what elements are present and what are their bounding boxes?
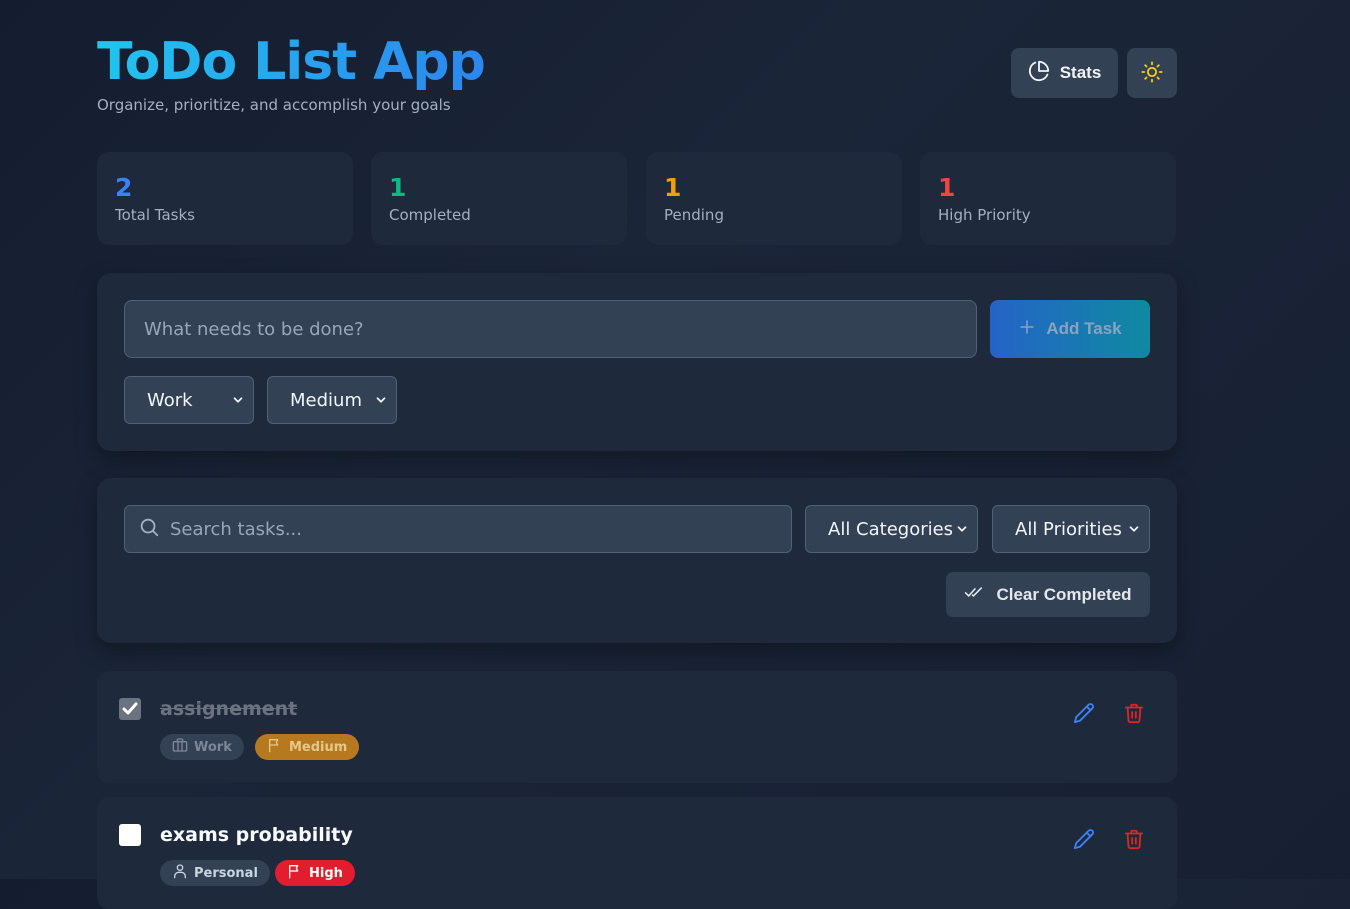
priority-filter-select[interactable]: All Priorities [992,505,1150,553]
chevron-down-icon [1127,520,1141,541]
delete-icon[interactable] [1122,701,1146,725]
task-checkbox[interactable] [119,824,141,846]
edit-icon[interactable] [1072,827,1096,851]
stat-total-value: 2 [115,173,133,202]
priority-tag-label: High [309,865,343,881]
page-subtitle: Organize, prioritize, and accomplish you… [97,96,451,114]
briefcase-icon [172,737,188,757]
search-input[interactable] [170,518,770,540]
priority-select-value: Medium [290,389,362,411]
category-tag: Work [160,734,244,760]
category-tag-label: Work [194,739,232,755]
task-title: exams probability [160,824,353,846]
priority-filter-value: All Priorities [1015,518,1122,540]
new-task-input[interactable] [124,300,977,358]
stats-button[interactable]: Stats [1011,48,1118,98]
category-select-value: Work [147,389,193,411]
search-box[interactable] [124,505,792,553]
flag-icon [267,737,283,757]
priority-select[interactable]: Medium [267,376,397,424]
stat-completed-value: 1 [389,173,407,202]
stat-completed-label: Completed [389,206,471,224]
clear-completed-label: Clear Completed [996,584,1132,604]
stats-button-label: Stats [1059,63,1102,82]
chevron-down-icon [231,391,245,412]
clear-completed-button[interactable]: Clear Completed [946,572,1150,617]
flag-icon [287,863,303,883]
theme-toggle-button[interactable] [1127,48,1177,98]
user-icon [172,863,188,883]
stat-total-label: Total Tasks [115,206,195,224]
stat-high-priority-label: High Priority [938,206,1031,224]
task-item: exams probability Personal High [97,797,1177,909]
priority-tag: High [275,860,355,886]
priority-tag: Medium [255,734,360,760]
plus-icon [1018,318,1036,341]
task-checkbox[interactable] [119,698,141,720]
chevron-down-icon [955,520,969,541]
stat-pending-value: 1 [664,173,682,202]
category-tag: Personal [160,860,270,886]
add-task-panel: Add Task Work Medium [97,273,1177,451]
sun-icon [1141,60,1163,86]
chevron-down-icon [374,391,388,412]
add-task-label: Add Task [1046,319,1122,338]
stat-card-total: 2 Total Tasks [97,152,353,245]
category-filter-select[interactable]: All Categories [805,505,978,553]
double-check-icon [964,584,986,605]
task-title: assignement [160,698,298,720]
task-item: assignement Work Medium [97,671,1177,783]
category-tag-label: Personal [194,865,258,881]
stat-high-priority-value: 1 [938,173,956,202]
filter-panel: All Categories All Priorities Clear Comp… [97,478,1177,643]
category-select[interactable]: Work [124,376,254,424]
stat-card-high-priority: 1 High Priority [920,152,1176,245]
add-task-button[interactable]: Add Task [990,300,1150,358]
stat-pending-label: Pending [664,206,724,224]
priority-tag-label: Medium [289,739,348,755]
stat-card-completed: 1 Completed [371,152,627,245]
delete-icon[interactable] [1122,827,1146,851]
category-filter-value: All Categories [828,518,954,540]
search-icon [138,516,160,542]
page-title: ToDo List App [97,32,486,92]
stat-card-pending: 1 Pending [646,152,902,245]
edit-icon[interactable] [1072,701,1096,725]
pie-chart-icon [1028,60,1050,87]
